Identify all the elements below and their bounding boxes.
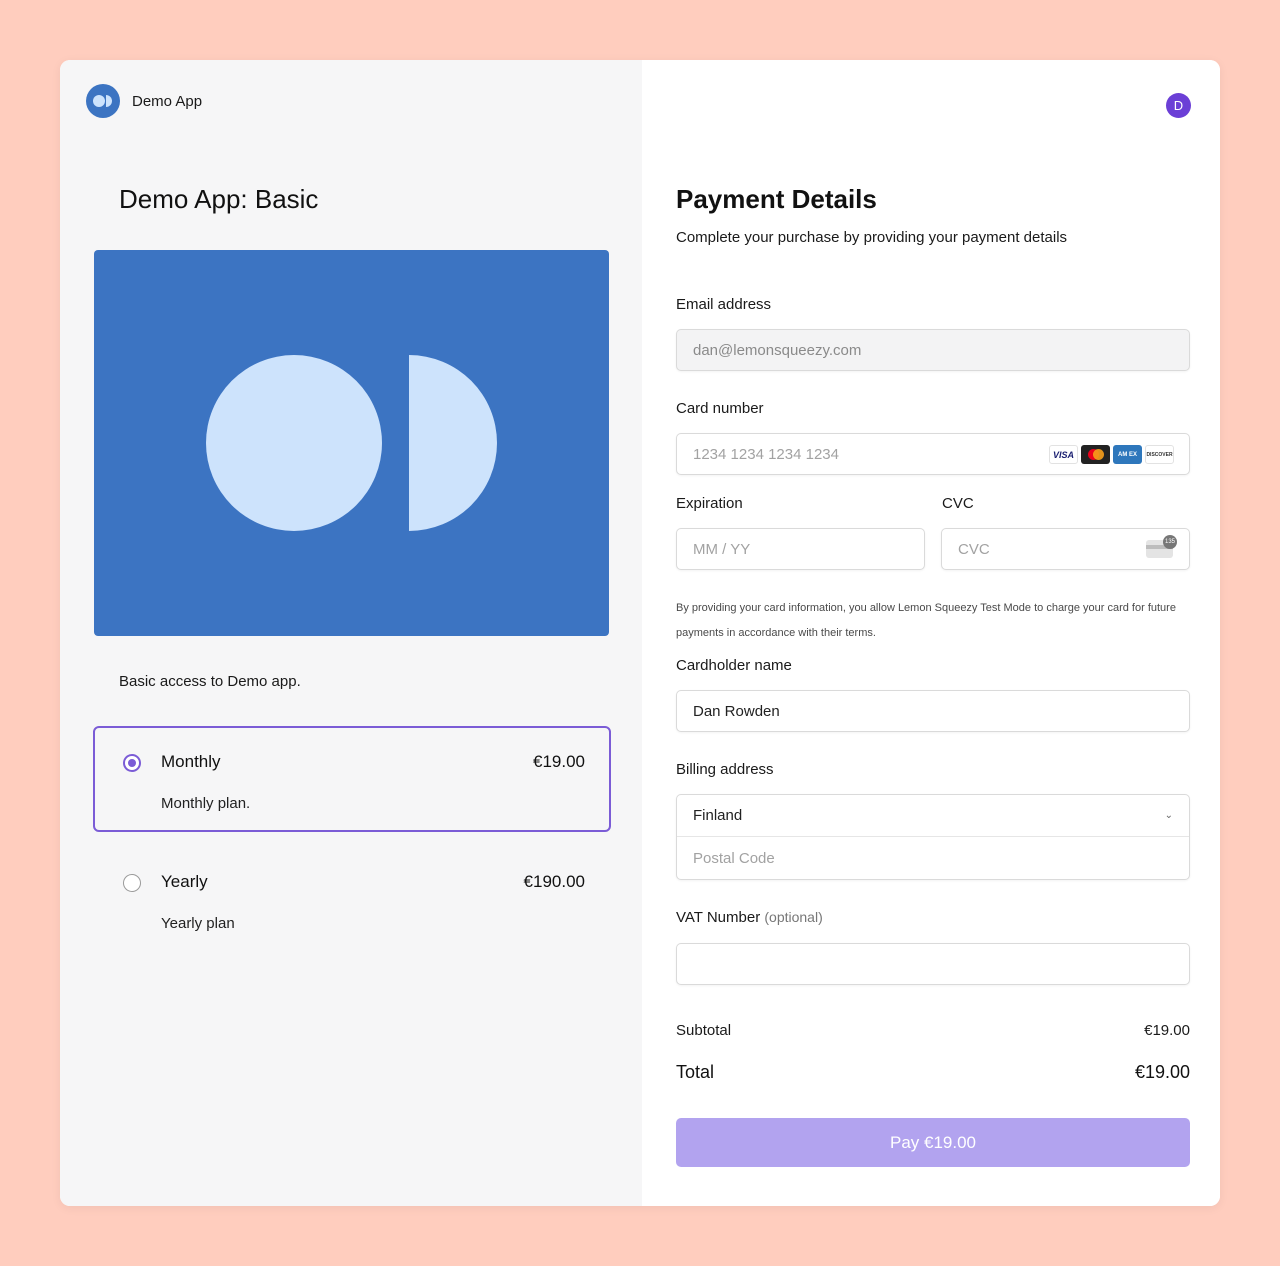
product-description: Basic access to Demo app. — [119, 673, 301, 690]
cardholder-field-wrapper — [676, 690, 1190, 732]
brand-logo-icon — [86, 84, 120, 118]
payment-panel: D Payment Details Complete your purchase… — [642, 60, 1220, 1206]
cardholder-input[interactable] — [677, 691, 1189, 731]
total-value: €19.00 — [1134, 1062, 1190, 1082]
email-label: Email address — [676, 296, 772, 313]
total-label: Total — [676, 1062, 715, 1082]
plan-name: Monthly — [161, 752, 221, 771]
email-field-wrapper — [676, 329, 1190, 371]
visa-icon: VISA — [1049, 445, 1078, 464]
postal-code-input[interactable] — [677, 837, 1189, 879]
expiration-field-wrapper — [676, 528, 925, 570]
card-number-label: Card number — [676, 400, 764, 417]
card-number-field-wrapper: VISA AM EX DISCOVER — [676, 433, 1190, 475]
vat-label: VAT Number (optional) — [676, 909, 823, 926]
plan-price: €19.00 — [533, 752, 585, 771]
amex-icon: AM EX — [1113, 445, 1142, 464]
expiration-label: Expiration — [676, 495, 743, 512]
cvc-card-icon: 135 — [1146, 535, 1177, 558]
mastercard-icon — [1081, 445, 1110, 464]
billing-address-label: Billing address — [676, 761, 774, 778]
billing-address-group: Finland ⌄ — [676, 794, 1190, 880]
chevron-down-icon: ⌄ — [1164, 810, 1173, 821]
vat-input[interactable] — [677, 944, 1189, 984]
cardholder-label: Cardholder name — [676, 657, 792, 674]
card-terms-notice: By providing your card information, you … — [676, 602, 1176, 639]
user-avatar[interactable]: D — [1166, 93, 1191, 118]
vat-optional-text: (optional) — [764, 909, 823, 925]
card-brands: VISA AM EX DISCOVER — [1049, 445, 1174, 464]
postal-code-wrapper — [677, 837, 1189, 879]
plan-name: Yearly — [161, 872, 208, 891]
subtotal-value: €19.00 — [1144, 1022, 1190, 1039]
hero-circle-shape — [206, 355, 382, 531]
subtotal-row: Subtotal €19.00 — [676, 1022, 1190, 1039]
plan-price: €190.00 — [523, 872, 585, 891]
plan-description: Yearly plan — [161, 915, 235, 932]
product-image — [94, 250, 609, 636]
subtotal-label: Subtotal — [676, 1022, 732, 1039]
radio-monthly[interactable] — [123, 754, 141, 772]
plan-option-yearly[interactable]: Yearly €190.00 Yearly plan — [93, 846, 611, 952]
brand-name: Demo App — [132, 92, 203, 110]
product-title: Demo App: Basic — [119, 184, 319, 214]
cvc-field-wrapper: 135 — [941, 528, 1190, 570]
vat-label-text: VAT Number — [676, 909, 761, 926]
plan-option-monthly[interactable]: Monthly €19.00 Monthly plan. — [93, 726, 611, 832]
discover-icon: DISCOVER — [1145, 445, 1174, 464]
country-select[interactable]: Finland ⌄ — [677, 795, 1189, 837]
radio-yearly[interactable] — [123, 874, 141, 892]
pay-button[interactable]: Pay €19.00 — [676, 1118, 1190, 1167]
cvc-label: CVC — [942, 495, 974, 512]
brand: Demo App — [86, 84, 202, 118]
expiration-input[interactable] — [677, 529, 924, 569]
email-field[interactable] — [677, 330, 1189, 370]
payment-title: Payment Details — [676, 184, 877, 214]
checkout-window: Demo App Demo App: Basic Basic access to… — [60, 60, 1220, 1206]
payment-subtitle: Complete your purchase by providing your… — [676, 229, 1068, 246]
hero-half-circle-shape — [409, 355, 497, 531]
country-value: Finland — [693, 807, 743, 824]
product-panel: Demo App Demo App: Basic Basic access to… — [60, 60, 642, 1206]
total-row: Total €19.00 — [676, 1062, 1190, 1083]
vat-field-wrapper — [676, 943, 1190, 985]
plan-description: Monthly plan. — [161, 795, 251, 812]
